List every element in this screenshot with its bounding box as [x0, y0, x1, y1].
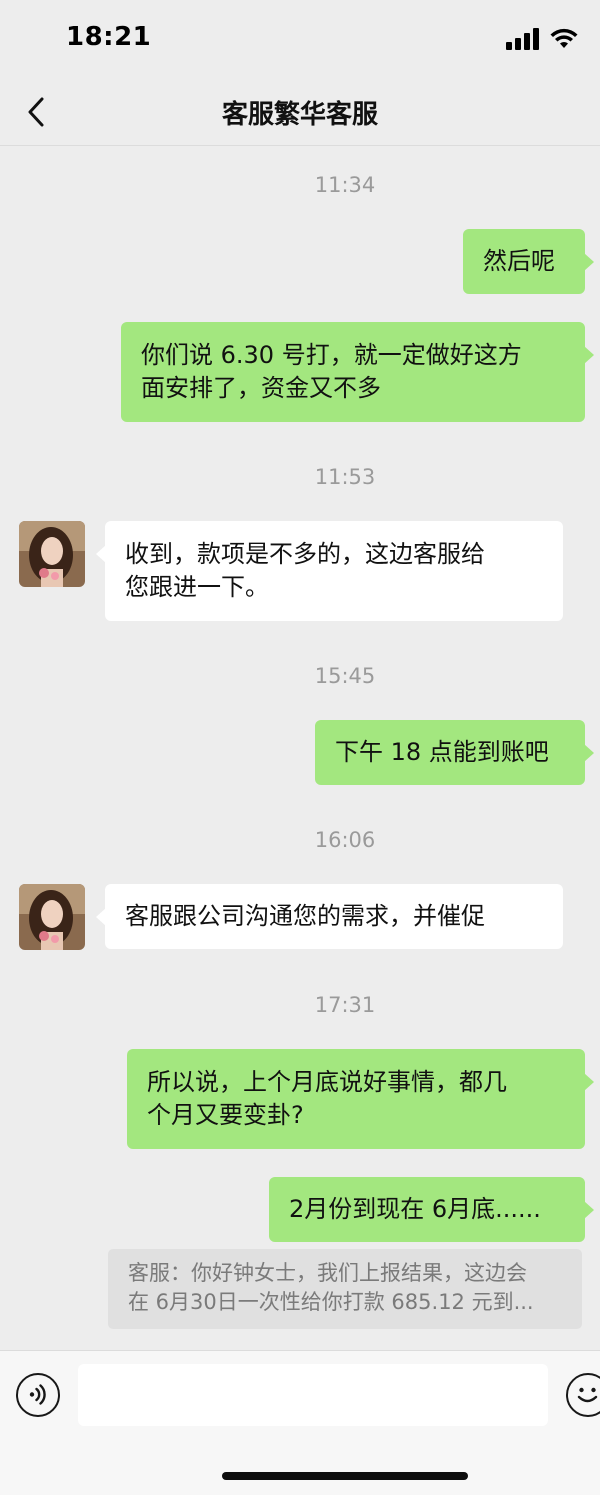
status-time: 18:21 — [66, 22, 152, 52]
message-input[interactable] — [78, 1364, 548, 1426]
message-bubble-incoming[interactable]: 收到，款项是不多的，这边客服给 您跟进一下。 — [96, 521, 563, 621]
chat-header: 客服繁华客服 — [0, 80, 600, 144]
message-bubble-outgoing[interactable]: 2月份到现在 6月底...... — [269, 1177, 594, 1242]
quoted-message[interactable]: 客服：你好钟女士，我们上报结果，这边会 在 6月30日一次性给你打款 685.1… — [108, 1249, 582, 1329]
header-divider — [0, 145, 600, 146]
bubble-tail — [584, 253, 594, 271]
chat-title: 客服繁华客服 — [221, 100, 378, 130]
bubble-tail — [584, 346, 594, 364]
voice-icon — [29, 1384, 46, 1405]
message-bubble-outgoing[interactable]: 你们说 6.30 号打，就一定做好这方 面安排了，资金又不多 — [121, 322, 594, 422]
quoted-text: 客服：你好钟女士，我们上报结果，这边会 在 6月30日一次性给你打款 685.1… — [128, 1261, 534, 1314]
timestamp: 16:06 — [314, 828, 376, 852]
emoji-icon — [577, 1387, 598, 1403]
message-bubble-outgoing[interactable]: 然后呢 — [463, 229, 594, 294]
bubble-tail — [584, 1073, 594, 1091]
avatar-image — [19, 521, 85, 587]
timestamp: 11:53 — [314, 465, 376, 489]
message-text: 客服跟公司沟通您的需求，并催促 — [125, 902, 485, 930]
message-bubble-outgoing[interactable]: 下午 18 点能到账吧 — [315, 720, 594, 785]
message-text: 然后呢 — [483, 247, 555, 275]
home-indicator[interactable] — [222, 1472, 468, 1480]
emoji-button[interactable] — [566, 1373, 600, 1417]
avatar[interactable] — [19, 521, 85, 587]
message-text: 你们说 6.30 号打，就一定做好这方 面安排了，资金又不多 — [141, 341, 522, 402]
message-text: 2月份到现在 6月底...... — [289, 1195, 541, 1223]
wifi-icon — [550, 28, 578, 48]
message-text: 收到，款项是不多的，这边客服给 您跟进一下。 — [125, 540, 485, 601]
avatar-image — [19, 884, 85, 950]
message-text: 所以说，上个月底说好事情，都几 个月又要变卦? — [147, 1068, 507, 1129]
message-text: 下午 18 点能到账吧 — [335, 738, 549, 766]
voice-button[interactable] — [16, 1373, 60, 1417]
message-bubble-incoming[interactable]: 客服跟公司沟通您的需求，并催促 — [96, 884, 563, 949]
timestamp: 15:45 — [314, 664, 376, 688]
timestamp: 17:31 — [314, 993, 376, 1017]
bubble-tail — [96, 545, 106, 563]
bubble-tail — [96, 908, 106, 926]
message-bubble-outgoing[interactable]: 所以说，上个月底说好事情，都几 个月又要变卦? — [127, 1049, 594, 1149]
bubble-tail — [584, 744, 594, 762]
timestamp: 11:34 — [314, 173, 376, 197]
status-icons — [506, 28, 578, 50]
bubble-tail — [584, 1201, 594, 1219]
avatar[interactable] — [19, 884, 85, 950]
status-bar: 18:21 — [0, 0, 600, 80]
signal-icon — [506, 28, 539, 50]
